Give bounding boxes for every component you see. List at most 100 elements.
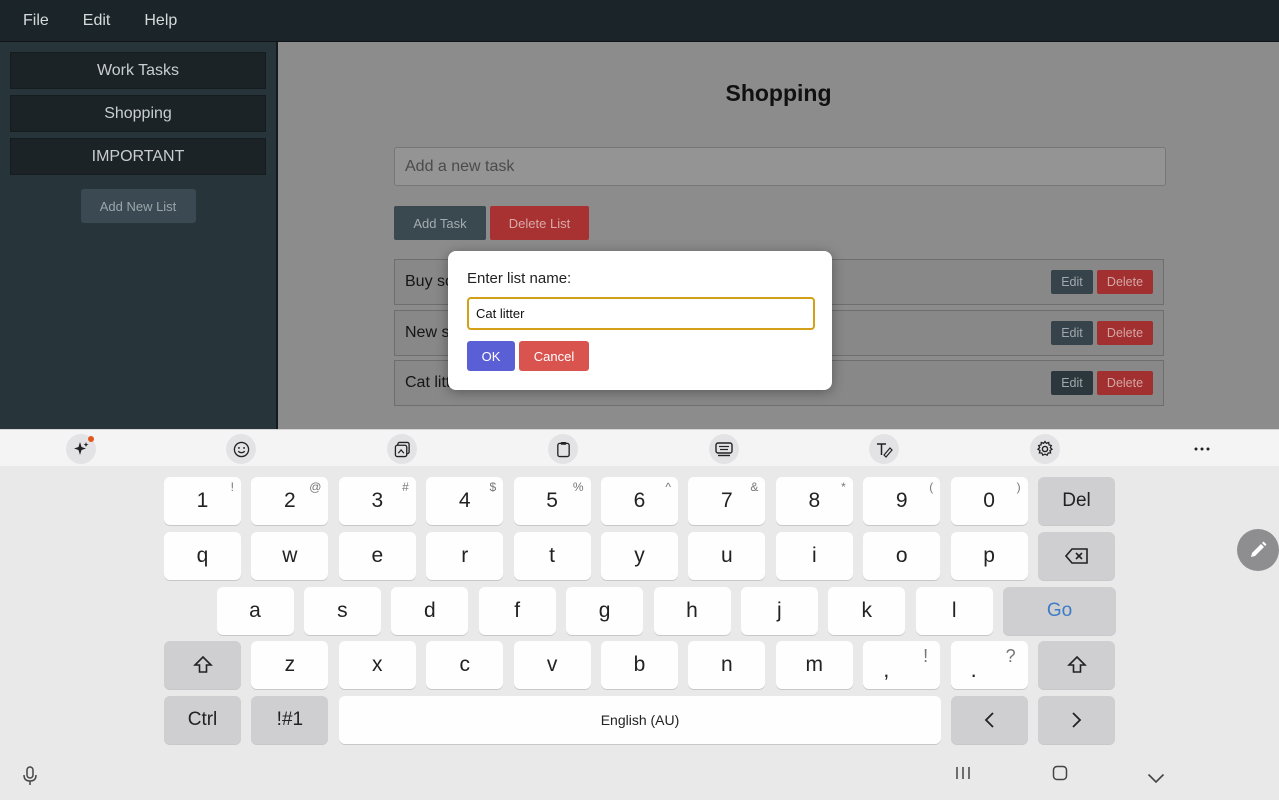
key-o[interactable]: o [863, 532, 941, 580]
key-a[interactable]: a [216, 587, 294, 635]
key-h[interactable]: h [653, 587, 731, 635]
key-label: 9 [895, 489, 908, 512]
key-label: Ctrl [187, 709, 218, 730]
home-nav-button[interactable] [1052, 765, 1068, 786]
key-b[interactable]: b [601, 641, 678, 689]
menu-edit[interactable]: Edit [72, 12, 122, 30]
chevron-right-icon [1071, 712, 1081, 728]
microphone-icon[interactable] [22, 766, 38, 791]
menu-help[interactable]: Help [133, 12, 188, 30]
task-delete-button[interactable]: Delete [1097, 371, 1153, 395]
key-3[interactable]: 3 # [338, 477, 416, 525]
task-edit-button[interactable]: Edit [1051, 321, 1093, 345]
key-7[interactable]: 7 & [688, 477, 766, 525]
list-name-dialog: Enter list name: Cat litter OK Cancel [448, 251, 832, 390]
key-p[interactable]: p [950, 532, 1028, 580]
sidebar-item-shopping[interactable]: Shopping [10, 95, 266, 132]
ok-button[interactable]: OK [467, 341, 515, 371]
key-period[interactable]: .? [950, 641, 1028, 689]
key-label: 3 [371, 489, 384, 512]
more-icon[interactable] [1187, 434, 1217, 464]
key-label: j [777, 599, 782, 622]
key-u[interactable]: u [688, 532, 766, 580]
key-label: !#1 [276, 709, 304, 730]
key-label: a [249, 599, 261, 622]
key-label: v [546, 653, 558, 676]
key-r[interactable]: r [426, 532, 504, 580]
cursor-right-key[interactable] [1038, 696, 1115, 744]
key-label: p [983, 544, 995, 567]
key-label: g [598, 599, 611, 622]
list-name-input[interactable]: Cat litter [467, 297, 815, 330]
task-edit-button[interactable]: Edit [1051, 270, 1093, 294]
key-0[interactable]: 0) [950, 477, 1028, 525]
key-label: 5 [546, 489, 558, 512]
sidebar-item-work-tasks[interactable]: Work Tasks [10, 52, 266, 89]
key-secondary-label: ? [1005, 646, 1016, 666]
emoji-icon[interactable] [226, 434, 256, 464]
new-task-input[interactable]: Add a new task [394, 147, 1166, 186]
key-i[interactable]: i [775, 532, 853, 580]
task-delete-button[interactable]: Delete [1097, 321, 1153, 345]
backspace-key[interactable] [1038, 532, 1115, 580]
key-4[interactable]: 4 $ [426, 477, 504, 525]
ai-sparkle-icon[interactable] [66, 434, 96, 464]
ctrl-key[interactable]: Ctrl [164, 696, 241, 744]
task-text: Buy so [405, 273, 454, 290]
key-s[interactable]: s [303, 587, 381, 635]
add-task-button[interactable]: Add Task [394, 206, 486, 240]
key-j[interactable]: j [740, 587, 818, 635]
key-e[interactable]: e [338, 532, 416, 580]
cancel-button[interactable]: Cancel [519, 341, 589, 371]
key-z[interactable]: z [251, 641, 329, 689]
delete-list-button[interactable]: Delete List [490, 206, 589, 240]
add-new-list-button[interactable]: Add New List [80, 189, 196, 223]
key-secondary-label: ! [923, 646, 929, 666]
key-y[interactable]: y [601, 532, 678, 580]
shift-key-right[interactable] [1038, 641, 1115, 689]
key-label: e [371, 544, 384, 567]
key-6[interactable]: 6 ^ [601, 477, 678, 525]
go-key[interactable]: Go [1003, 587, 1117, 635]
key-d[interactable]: d [391, 587, 469, 635]
key-n[interactable]: n [688, 641, 766, 689]
key-l[interactable]: l [915, 587, 993, 635]
notification-dot [88, 436, 94, 442]
key-5[interactable]: 5% [513, 477, 591, 525]
key-c[interactable]: c [426, 641, 504, 689]
shift-key-left[interactable] [164, 641, 241, 689]
key-label: , [883, 657, 890, 682]
key-w[interactable]: w [251, 532, 329, 580]
key-x[interactable]: x [338, 641, 416, 689]
chevron-left-icon [984, 712, 994, 728]
key-9[interactable]: 9( [863, 477, 941, 525]
key-1[interactable]: 1! [164, 477, 241, 525]
handwriting-icon[interactable] [869, 434, 899, 464]
key-t[interactable]: t [513, 532, 591, 580]
task-delete-button[interactable]: Delete [1097, 270, 1153, 294]
keyboard-mode-icon[interactable] [709, 434, 739, 464]
hide-keyboard-nav-button[interactable] [1147, 769, 1165, 789]
settings-icon[interactable] [1030, 434, 1060, 464]
recents-nav-button[interactable] [955, 765, 971, 785]
key-k[interactable]: k [828, 587, 906, 635]
space-key[interactable]: English (AU) [339, 696, 941, 744]
sticker-icon[interactable] [387, 434, 417, 464]
key-2[interactable]: 2 @ [251, 477, 329, 525]
key-q[interactable]: q [164, 532, 241, 580]
key-v[interactable]: v [513, 641, 591, 689]
sidebar-item-important[interactable]: IMPORTANT [10, 138, 266, 175]
symbols-key[interactable]: !#1 [251, 696, 329, 744]
cursor-left-key[interactable] [950, 696, 1028, 744]
key-comma[interactable]: ,! [863, 641, 941, 689]
key-m[interactable]: m [775, 641, 853, 689]
key-g[interactable]: g [566, 587, 644, 635]
key-8[interactable]: 8 * [775, 477, 853, 525]
key-f[interactable]: f [478, 587, 556, 635]
shift-icon [1066, 655, 1087, 673]
pen-icon[interactable] [1237, 529, 1279, 571]
clipboard-icon[interactable] [548, 434, 578, 464]
menu-file[interactable]: File [12, 12, 60, 30]
delete-key[interactable]: Del [1038, 477, 1115, 525]
task-edit-button[interactable]: Edit [1051, 371, 1093, 395]
